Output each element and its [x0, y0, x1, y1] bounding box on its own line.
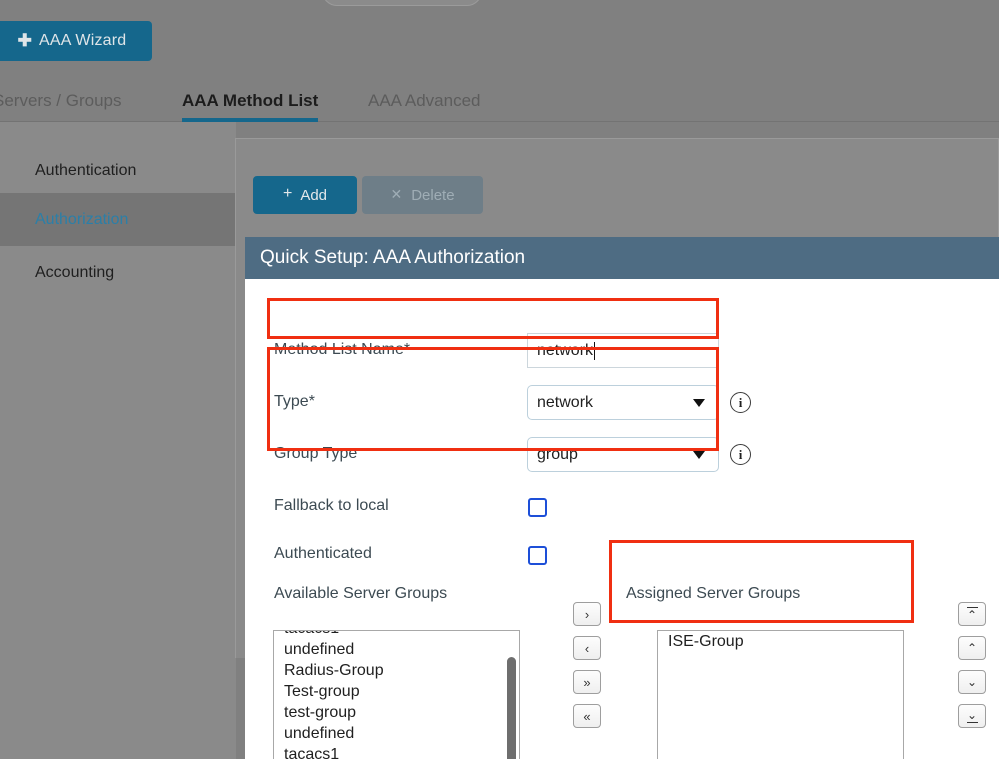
aaa-wizard-label: AAA Wizard	[39, 32, 127, 49]
authenticated-label: Authenticated	[274, 545, 372, 562]
sidebar-item-accounting[interactable]: Accounting	[0, 246, 236, 299]
list-item[interactable]: Test-group	[274, 681, 519, 702]
app-root: ✚ AAA Wizard Servers / Groups AAA Method…	[0, 0, 999, 759]
list-item[interactable]: Radius-Group	[274, 660, 519, 681]
tab-label: AAA Method List	[182, 91, 319, 110]
tab-servers-groups[interactable]: Servers / Groups	[0, 80, 122, 122]
move-to-bottom-button[interactable]: ⌄	[958, 704, 986, 728]
move-to-top-button[interactable]: ⌃	[958, 602, 986, 626]
sidebar-item-label: Accounting	[35, 263, 115, 281]
scrollbar[interactable]	[507, 657, 516, 759]
sidebar-item-label: Authentication	[35, 161, 137, 179]
info-icon[interactable]: i	[730, 392, 751, 413]
type-select[interactable]: network	[527, 385, 719, 420]
type-label: Type*	[274, 393, 315, 410]
assigned-list-items: ISE-Group	[658, 631, 903, 652]
available-server-groups-label: Available Server Groups	[274, 585, 448, 602]
assigned-server-groups-listbox[interactable]: ISE-Group	[657, 630, 904, 759]
authenticated-checkbox[interactable]	[528, 546, 547, 565]
type-select-value: network	[537, 393, 594, 411]
add-button[interactable]: + Add	[253, 176, 357, 214]
tab-bar: Servers / Groups AAA Method List AAA Adv…	[0, 80, 999, 122]
list-item[interactable]: tacacs1	[274, 744, 519, 759]
sidebar-item-authorization[interactable]: Authorization	[0, 193, 236, 246]
top-partial-control	[322, 0, 482, 6]
move-all-left-button[interactable]: «	[573, 704, 601, 728]
chevron-down-icon: ⌄	[966, 675, 978, 689]
tab-aaa-advanced[interactable]: AAA Advanced	[368, 80, 480, 122]
fallback-to-local-label: Fallback to local	[274, 497, 389, 514]
sidebar-item-label: Authorization	[35, 210, 129, 228]
dialog-title: Quick Setup: AAA Authorization	[245, 237, 999, 279]
tab-label: AAA Advanced	[368, 91, 481, 110]
move-up-button[interactable]: ⌃	[958, 636, 986, 660]
close-icon: ✕	[390, 185, 403, 202]
tab-label: Servers / Groups	[0, 91, 122, 110]
fallback-to-local-checkbox[interactable]	[528, 498, 547, 517]
group-type-select[interactable]: group	[527, 437, 719, 472]
method-list-name-input[interactable]: network	[527, 333, 719, 368]
info-icon[interactable]: i	[730, 444, 751, 465]
delete-button-label: Delete	[411, 186, 455, 204]
method-list-name-label: Method List Name*	[274, 341, 411, 358]
available-server-groups-listbox[interactable]: tacacs1undefinedRadius-GroupTest-groupte…	[273, 630, 520, 759]
chevron-up-icon: ⌃	[966, 641, 978, 655]
sidebar: Authentication Authorization Accounting	[0, 122, 236, 759]
assigned-server-groups-label: Assigned Server Groups	[626, 585, 801, 602]
delete-button[interactable]: ✕ Delete	[362, 176, 483, 214]
add-button-label: Add	[300, 186, 328, 204]
sidebar-item-authentication[interactable]: Authentication	[0, 144, 236, 197]
chevron-up-icon: ⌃	[966, 608, 978, 623]
available-list-items: tacacs1undefinedRadius-GroupTest-groupte…	[274, 631, 519, 759]
group-type-select-value: group	[537, 445, 578, 463]
move-left-button[interactable]: ‹	[573, 636, 601, 660]
text-cursor	[594, 341, 596, 360]
dialog-title-text: Quick Setup: AAA Authorization	[260, 247, 526, 268]
move-right-button[interactable]: ›	[573, 602, 601, 626]
chevron-down-icon	[693, 398, 705, 407]
list-item[interactable]: undefined	[274, 639, 519, 660]
list-item[interactable]: tacacs1	[274, 631, 519, 639]
dialog-body: Method List Name* network Type* network …	[245, 279, 999, 759]
chevron-down-icon	[693, 450, 705, 459]
plus-icon: +	[282, 185, 293, 202]
move-all-right-button[interactable]: »	[573, 670, 601, 694]
move-down-button[interactable]: ⌄	[958, 670, 986, 694]
list-item[interactable]: undefined	[274, 723, 519, 744]
aaa-wizard-button[interactable]: ✚ AAA Wizard	[0, 21, 152, 61]
list-item[interactable]: ISE-Group	[658, 631, 903, 652]
quick-setup-dialog: Quick Setup: AAA Authorization Method Li…	[245, 237, 999, 759]
chevron-down-icon: ⌄	[966, 707, 978, 722]
method-list-name-value: network	[537, 341, 594, 359]
group-type-label: Group Type	[274, 445, 358, 462]
tab-aaa-method-list[interactable]: AAA Method List	[182, 80, 319, 122]
list-item[interactable]: test-group	[274, 702, 519, 723]
scrollbar-thumb[interactable]	[507, 657, 516, 759]
bar-icon	[966, 721, 978, 724]
plus-icon: ✚	[17, 30, 33, 50]
